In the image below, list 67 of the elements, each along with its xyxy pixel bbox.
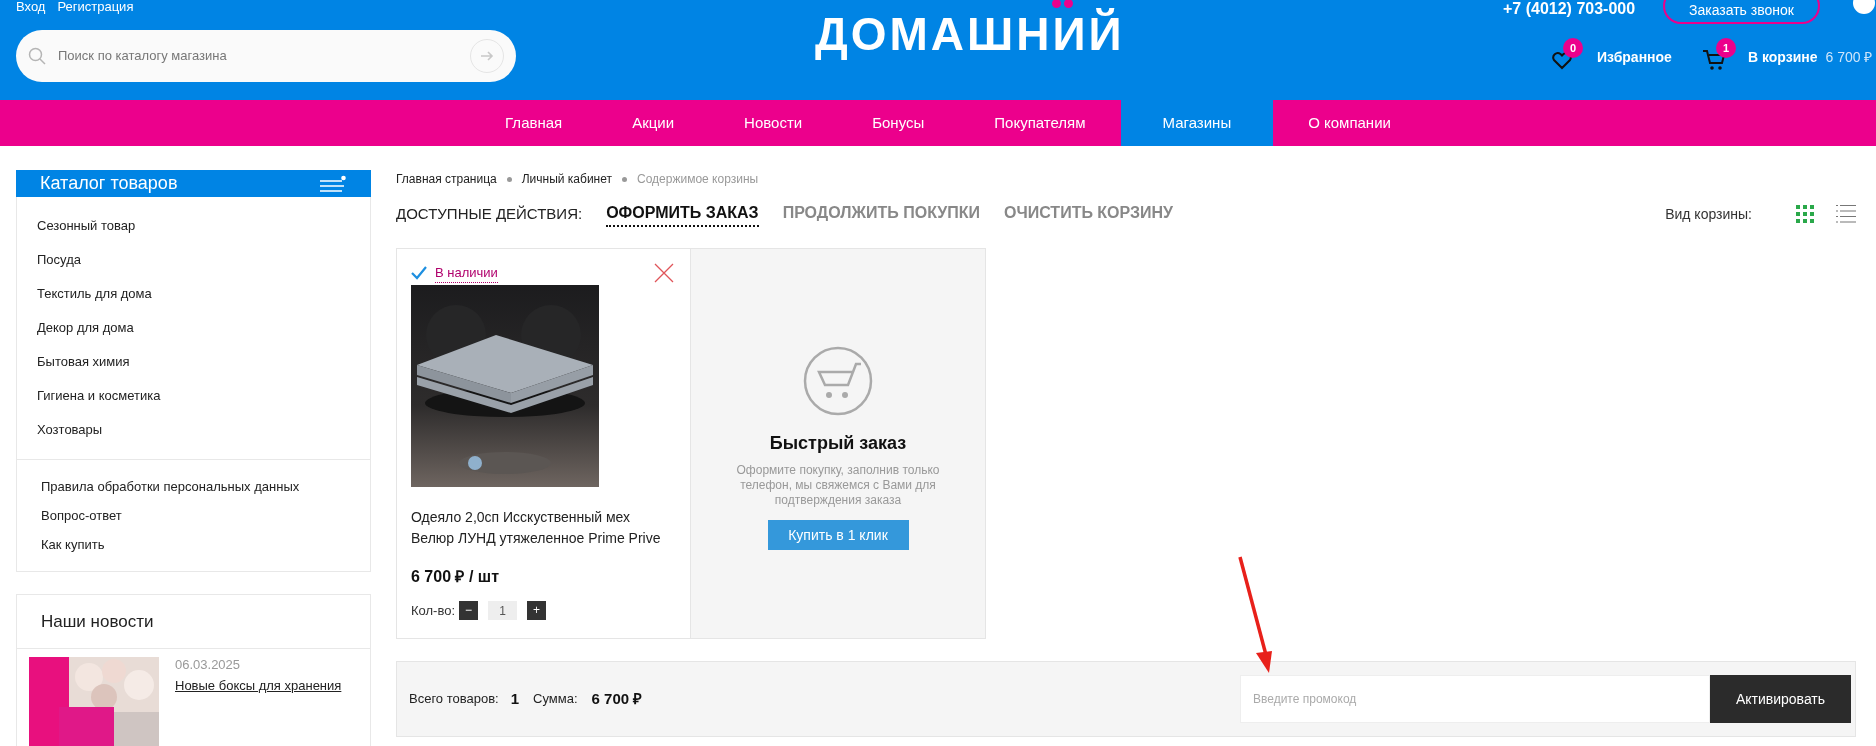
product-name[interactable]: Одеяло 2,0сп Исскуственный мех Велюр ЛУНД утяжеленное Prime Prive: [411, 507, 676, 549]
category-link[interactable]: Хозтовары: [37, 413, 350, 447]
nav-item[interactable]: Магазины: [1120, 100, 1274, 146]
quick-order-title: Быстрый заказ: [769, 432, 907, 455]
action-link[interactable]: ОЧИСТИТЬ КОРЗИНУ: [1004, 201, 1174, 227]
view-toggle[interactable]: [1836, 205, 1856, 223]
news-title: Наши новости: [41, 610, 154, 633]
action-link[interactable]: ПРОДОЛЖИТЬ ПОКУПКИ: [782, 201, 980, 227]
catalog-header[interactable]: Каталог товаров: [16, 170, 371, 197]
search-bar[interactable]: Поиск по каталогу магазина: [16, 30, 516, 82]
list-view-icon: [1836, 205, 1856, 223]
item-count: 1: [510, 688, 520, 709]
activate-button[interactable]: Активировать: [1710, 675, 1851, 723]
count-badge: 0: [1563, 38, 1583, 58]
category-link[interactable]: Сезонный товар: [37, 209, 350, 243]
callback-button[interactable]: Заказать звонок: [1663, 0, 1820, 24]
logo[interactable]: ДОМАШНИЙ: [815, 8, 1125, 60]
cart-total: 6 700 ₽: [1825, 47, 1873, 67]
catalog-title: Каталог товаров: [40, 172, 178, 195]
breadcrumb-link[interactable]: Главная страница: [396, 170, 497, 188]
phone-number[interactable]: +7 (4012) 703-000: [1503, 0, 1636, 18]
auth-link[interactable]: Вход: [16, 0, 46, 14]
close-icon: [654, 263, 674, 283]
sum-value: 6 700 ₽: [591, 688, 643, 709]
actions-label: ДОСТУПНЫЕ ДЕЙСТВИЯ:: [396, 203, 583, 224]
info-link[interactable]: Правила обработки персональных данных: [41, 472, 346, 501]
count-label: Всего товаров:: [409, 690, 499, 709]
view-toggle[interactable]: [1796, 205, 1816, 223]
auth-link[interactable]: Регистрация: [57, 0, 134, 14]
search-icon: [28, 47, 46, 65]
nav-item[interactable]: О компании: [1273, 100, 1426, 146]
nav-item[interactable]: Новости: [709, 100, 838, 146]
decrease-button[interactable]: −: [459, 601, 479, 621]
info-link[interactable]: Вопрос-ответ: [41, 501, 346, 530]
nav-item[interactable]: Покупателям: [959, 100, 1121, 146]
favorites-link[interactable]: Избранное: [1597, 46, 1672, 68]
category-link[interactable]: Гигиена и косметика: [37, 379, 350, 413]
count-badge: 1: [1716, 38, 1736, 58]
nav-item[interactable]: Бонусы: [837, 100, 960, 146]
cart-icon: [803, 346, 873, 416]
news-link[interactable]: Новые боксы для хранения: [175, 678, 342, 693]
quantity-label: Кол-во:: [411, 602, 456, 620]
category-link[interactable]: Текстиль для дома: [37, 277, 350, 311]
quantity-field[interactable]: 1: [488, 601, 518, 621]
menu-icon: [319, 174, 347, 193]
sum-label: Сумма:: [533, 690, 578, 709]
breadcrumb-link[interactable]: Личный кабинет: [521, 170, 612, 188]
category-link[interactable]: Бытовая химия: [37, 345, 350, 379]
info-link[interactable]: Как купить: [41, 530, 346, 559]
grid-view-icon: [1796, 205, 1816, 223]
search-field[interactable]: Поиск по каталогу магазина: [58, 46, 458, 66]
availability-label: В наличии: [435, 262, 498, 284]
quick-order-text: Оформите покупку, заполнив только телефон, мы свяжемся с Вами для подтверждения заказа: [735, 463, 941, 508]
view-label: Вид корзины:: [1665, 204, 1752, 224]
nav-item[interactable]: Акции: [597, 100, 710, 146]
nav-item[interactable]: Главная: [470, 100, 598, 146]
cart-link[interactable]: В корзине: [1748, 46, 1818, 68]
promo-code-field[interactable]: Введите промокод: [1240, 675, 1710, 723]
product-price: 6 700 ₽ / шт: [411, 567, 500, 587]
news-date: 06.03.2025: [175, 657, 242, 672]
increase-button[interactable]: +: [527, 601, 547, 621]
action-link[interactable]: ОФОРМИТЬ ЗАКАЗ: [606, 201, 759, 227]
close-button[interactable]: [654, 262, 676, 284]
category-link[interactable]: Посуда: [37, 243, 350, 277]
heart-icon: [1551, 50, 1573, 70]
category-link[interactable]: Декор для дома: [37, 311, 350, 345]
check-icon: [411, 266, 427, 280]
